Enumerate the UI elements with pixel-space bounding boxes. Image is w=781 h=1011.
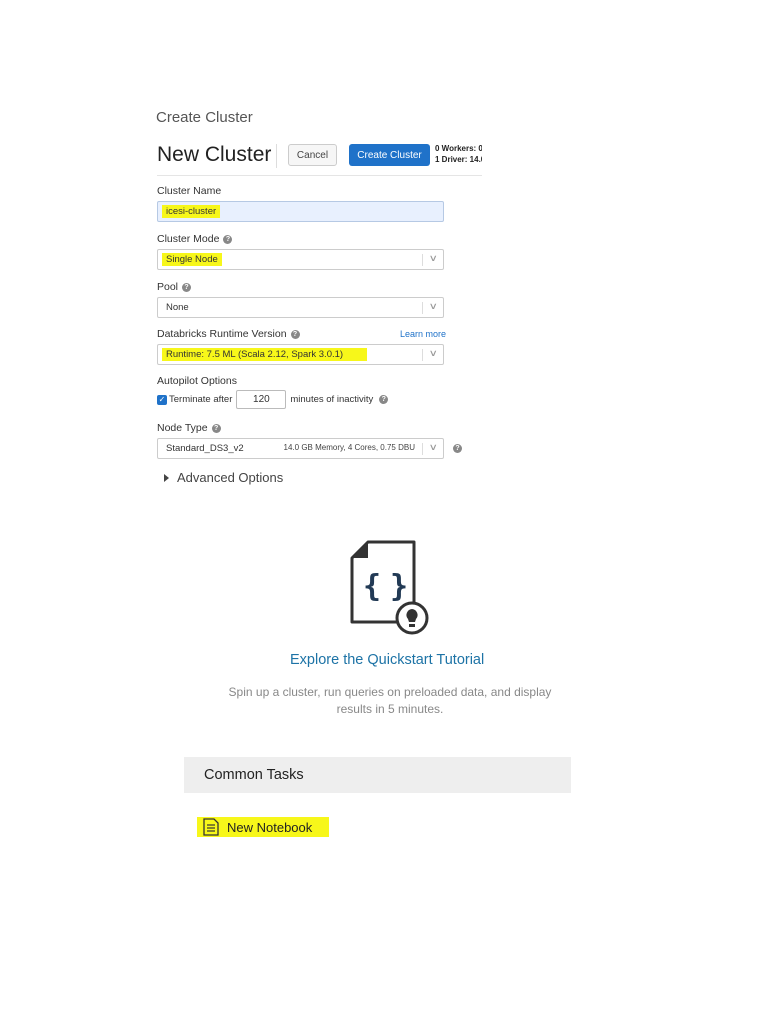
cluster-mode-label-text: Cluster Mode	[157, 233, 220, 245]
quickstart-desc-line2: results in 5 minutes.	[336, 702, 444, 716]
caret-right-icon	[164, 473, 169, 482]
cancel-button[interactable]: Cancel	[288, 144, 337, 166]
cluster-mode-label: Cluster Mode ?	[157, 233, 233, 245]
chevron-down-icon: ∨	[429, 348, 439, 358]
svg-text:{: {	[363, 569, 381, 604]
cluster-mode-value: Single Node	[162, 253, 222, 266]
runtime-label: Databricks Runtime Version ?	[157, 328, 300, 340]
common-tasks-title: Common Tasks	[204, 767, 304, 783]
notebook-icon	[203, 818, 219, 836]
help-icon[interactable]: ?	[211, 423, 221, 433]
cluster-name-value: icesi-cluster	[162, 205, 221, 218]
header-rule	[157, 175, 482, 176]
learn-more-link[interactable]: Learn more	[400, 329, 446, 339]
quickstart-tutorial-link[interactable]: Explore the Quickstart Tutorial	[290, 652, 484, 668]
quickstart-desc-line1: Spin up a cluster, run queries on preloa…	[228, 685, 552, 699]
advanced-options-label: Advanced Options	[177, 470, 284, 485]
autopilot-label: Autopilot Options	[157, 375, 237, 387]
runtime-select[interactable]: Runtime: 7.5 ML (Scala 2.12, Spark 3.0.1…	[157, 344, 444, 365]
cluster-name-label: Cluster Name	[157, 185, 221, 197]
chevron-down-icon: ∨	[429, 253, 439, 263]
pool-value: None	[166, 302, 189, 313]
pool-label: Pool ?	[157, 281, 192, 293]
cluster-summary: 0 Workers: 0 1 Driver: 14.0	[435, 143, 482, 165]
node-type-description: 14.0 GB Memory, 4 Cores, 0.75 DBU	[283, 443, 415, 452]
help-icon[interactable]: ?	[223, 234, 233, 244]
node-type-select[interactable]: Standard_DS3_v2 14.0 GB Memory, 4 Cores,…	[157, 438, 444, 459]
advanced-options-toggle[interactable]: Advanced Options	[164, 470, 283, 485]
workers-summary: 0 Workers: 0	[435, 144, 482, 153]
select-separator	[422, 254, 423, 266]
autopilot-label-text: Autopilot Options	[157, 375, 237, 387]
driver-summary: 1 Driver: 14.0	[435, 155, 482, 164]
cluster-name-input[interactable]: icesi-cluster	[157, 201, 444, 222]
create-cluster-button[interactable]: Create Cluster	[349, 144, 430, 166]
terminate-checkbox[interactable]: ✓	[157, 394, 167, 405]
common-tasks-header: Common Tasks	[184, 757, 571, 793]
runtime-label-text: Databricks Runtime Version	[157, 328, 287, 340]
chevron-down-icon: ∨	[429, 442, 439, 452]
cluster-mode-select[interactable]: Single Node ∨	[157, 249, 444, 270]
cluster-name-label-text: Cluster Name	[157, 185, 222, 197]
select-separator	[422, 349, 423, 361]
runtime-value: Runtime: 7.5 ML (Scala 2.12, Spark 3.0.1…	[162, 348, 368, 361]
page-heading: Create Cluster	[156, 109, 253, 126]
pool-label-text: Pool	[157, 281, 179, 293]
node-type-value: Standard_DS3_v2	[166, 443, 244, 454]
minutes-suffix: minutes of inactivity	[290, 394, 374, 405]
help-icon[interactable]: ?	[453, 444, 462, 453]
quickstart-notebook-icon: { }	[348, 540, 434, 643]
new-notebook-link[interactable]: New Notebook	[197, 817, 329, 837]
terminate-minutes-input[interactable]: 120	[236, 390, 287, 409]
select-separator	[422, 302, 423, 314]
header-divider	[276, 144, 277, 168]
help-icon[interactable]: ?	[290, 329, 300, 339]
terminate-row: ✓ Terminate after 120 minutes of inactiv…	[157, 390, 389, 409]
terminate-label: Terminate after	[169, 394, 233, 405]
help-icon[interactable]: ?	[182, 282, 192, 292]
svg-text:}: }	[390, 569, 408, 604]
help-icon[interactable]: ?	[379, 395, 389, 404]
new-notebook-label: New Notebook	[227, 819, 313, 835]
node-type-label-text: Node Type	[157, 422, 208, 434]
select-separator	[422, 443, 423, 455]
quickstart-description: Spin up a cluster, run queries on preloa…	[215, 684, 565, 718]
cluster-title: New Cluster	[157, 143, 272, 166]
chevron-down-icon: ∨	[429, 301, 439, 311]
node-type-label: Node Type ?	[157, 422, 221, 434]
pool-select[interactable]: None ∨	[157, 297, 444, 318]
